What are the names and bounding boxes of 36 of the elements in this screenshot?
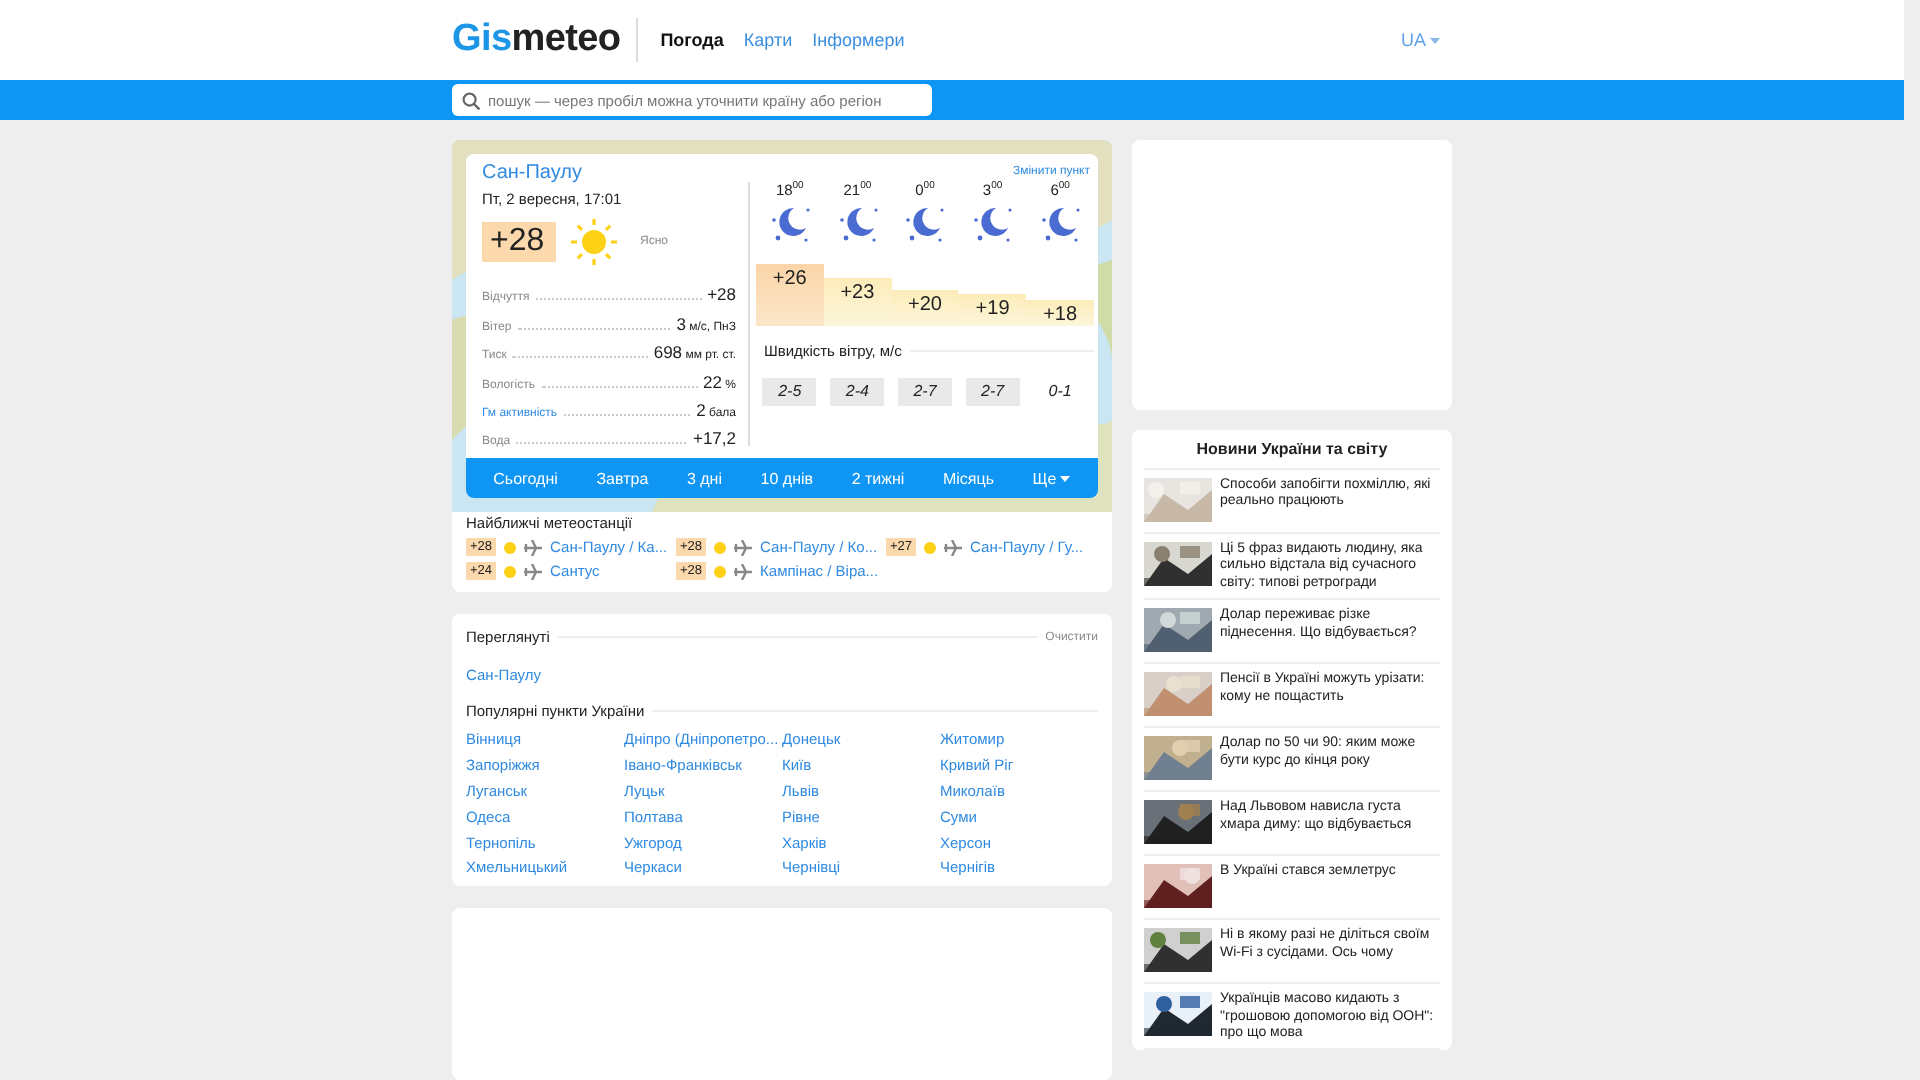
wind-speed: 2-5 xyxy=(762,378,817,406)
temperature-bar: +20 xyxy=(891,290,959,326)
caret-icon xyxy=(1430,37,1440,43)
temperature-bar: +19 xyxy=(958,294,1027,326)
airplane-icon xyxy=(524,563,543,579)
language-selector[interactable]: UA xyxy=(1400,30,1440,50)
parameter-value: +28 xyxy=(707,284,736,305)
wind-speed: 2-7 xyxy=(965,378,1020,406)
wind-speed: 2-7 xyxy=(897,378,952,406)
airplane-icon xyxy=(734,563,753,579)
temperature-bar: +18 xyxy=(1026,299,1094,326)
tab[interactable]: Завтра xyxy=(590,465,655,491)
sun-icon xyxy=(924,541,937,553)
parameter-value: +17,2 xyxy=(692,428,736,449)
temperature-bar: +23 xyxy=(823,277,892,326)
city-link[interactable]: Сан-Паулу xyxy=(482,162,748,184)
search-icon xyxy=(462,91,480,109)
tab[interactable]: 10 днів xyxy=(754,465,820,491)
tab[interactable]: 2 тижні xyxy=(845,465,911,491)
sun-icon xyxy=(568,216,620,268)
wind-speed: 0-1 xyxy=(1046,380,1074,404)
temperature-bar: +26 xyxy=(756,264,824,326)
tab[interactable]: 3 дні xyxy=(680,465,728,491)
tab[interactable]: Ще xyxy=(1026,465,1077,491)
tab[interactable]: Сьогодні xyxy=(487,465,564,491)
nav-link[interactable]: Карти xyxy=(743,30,793,50)
tab[interactable]: Місяць xyxy=(936,465,1000,491)
airplane-icon xyxy=(524,539,543,555)
wind-speed: 2-4 xyxy=(830,378,885,406)
nav-link[interactable]: Погода xyxy=(660,30,724,50)
nav-link[interactable]: Інформери xyxy=(812,30,905,50)
current-temperature: +28 xyxy=(482,222,556,262)
news-title: Новини України та світу xyxy=(1144,438,1440,470)
airplane-icon xyxy=(944,539,963,555)
logo[interactable]: Gismeteo xyxy=(452,18,621,62)
airplane-icon xyxy=(734,539,753,555)
